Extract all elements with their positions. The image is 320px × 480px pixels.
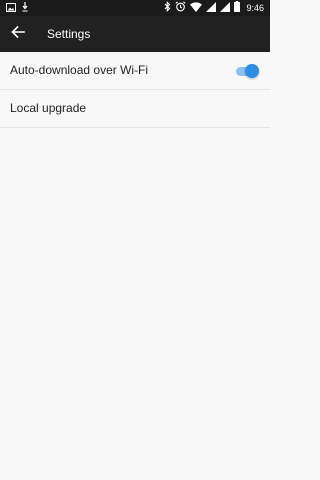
arrow-left-icon xyxy=(11,25,25,44)
status-time: 9:46 xyxy=(246,3,264,13)
setting-label: Auto-download over Wi-Fi xyxy=(10,63,149,77)
download-icon xyxy=(22,0,28,17)
toggle-thumb xyxy=(245,64,259,78)
setting-auto-download-wifi[interactable]: Auto-download over Wi-Fi xyxy=(0,52,270,90)
signal-icon xyxy=(206,0,217,17)
status-bar: 9:46 xyxy=(0,0,270,16)
settings-list: Auto-download over Wi-Fi Local upgrade xyxy=(0,52,270,480)
back-button[interactable] xyxy=(6,22,30,46)
setting-local-upgrade[interactable]: Local upgrade xyxy=(0,90,270,128)
battery-icon xyxy=(234,0,241,17)
alarm-icon xyxy=(175,0,187,17)
signal-icon xyxy=(220,0,231,17)
auto-download-toggle[interactable] xyxy=(236,64,259,78)
page-title: Settings xyxy=(47,27,91,41)
bluetooth-icon xyxy=(164,0,171,17)
image-icon xyxy=(6,0,16,17)
wifi-icon xyxy=(190,0,203,17)
status-notifications xyxy=(6,2,28,14)
app-toolbar: Settings xyxy=(0,16,270,52)
status-indicators: 9:46 xyxy=(164,0,264,17)
setting-label: Local upgrade xyxy=(10,101,87,115)
